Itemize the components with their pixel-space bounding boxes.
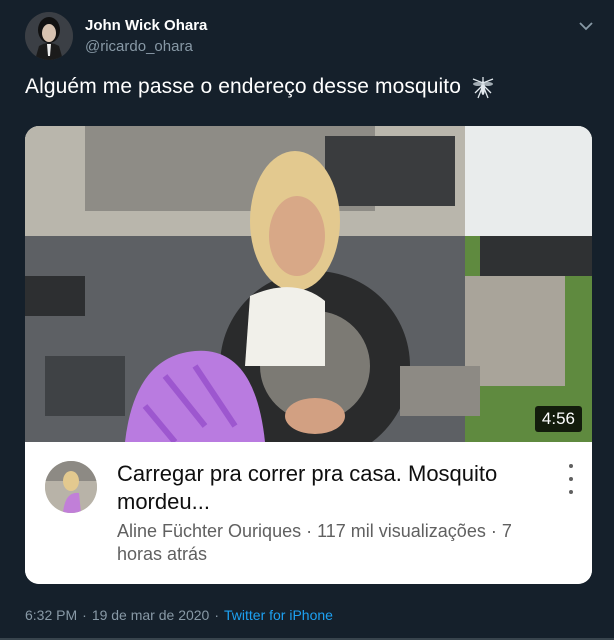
- author-handle[interactable]: @ricardo_ohara: [85, 38, 193, 55]
- channel-avatar-icon: [45, 461, 97, 513]
- tweet-text: Alguém me passe o endereço desse mosquit…: [25, 75, 462, 98]
- tweet-time[interactable]: 6:32 PM: [25, 607, 77, 623]
- video-meta: Aline Füchter Ouriques · 117 mil visuali…: [117, 521, 512, 564]
- kebab-dot: [569, 490, 573, 494]
- video-info: Carregar pra correr pra casa. Mosquito m…: [25, 442, 592, 584]
- chevron-down-icon: [579, 21, 593, 30]
- mosquito-emoji-icon: [472, 77, 494, 99]
- tweet-text-row: Alguém me passe o endereço desse mosquit…: [25, 73, 497, 101]
- tweet-source-link[interactable]: Twitter for iPhone: [224, 607, 333, 623]
- footer-separator: ·: [82, 607, 87, 623]
- kebab-dot: [569, 464, 573, 468]
- video-duration: 4:56: [534, 406, 582, 432]
- tweet-footer: 6:32 PM · 19 de mar de 2020 · Twitter fo…: [25, 607, 333, 623]
- author-display-name[interactable]: John Wick Ohara: [85, 17, 207, 34]
- tweet-date[interactable]: 19 de mar de 2020: [92, 607, 210, 623]
- channel-avatar[interactable]: [45, 461, 97, 513]
- video-title[interactable]: Carregar pra correr pra casa. Mosquito m…: [117, 460, 537, 516]
- kebab-dot: [569, 477, 573, 481]
- more-vertical-icon[interactable]: [563, 464, 579, 494]
- footer-separator: ·: [214, 607, 220, 623]
- tweet-menu-button[interactable]: [576, 16, 596, 36]
- tweet: John Wick Ohara @ricardo_ohara Alguém me…: [0, 0, 614, 640]
- video-thumbnail[interactable]: 4:56: [25, 126, 592, 442]
- video-card[interactable]: 4:56 Carregar pra correr pra casa. Mosqu…: [25, 126, 592, 584]
- video-thumbnail-image: [25, 126, 592, 442]
- author-avatar[interactable]: [25, 12, 73, 60]
- profile-avatar-icon: [25, 12, 73, 60]
